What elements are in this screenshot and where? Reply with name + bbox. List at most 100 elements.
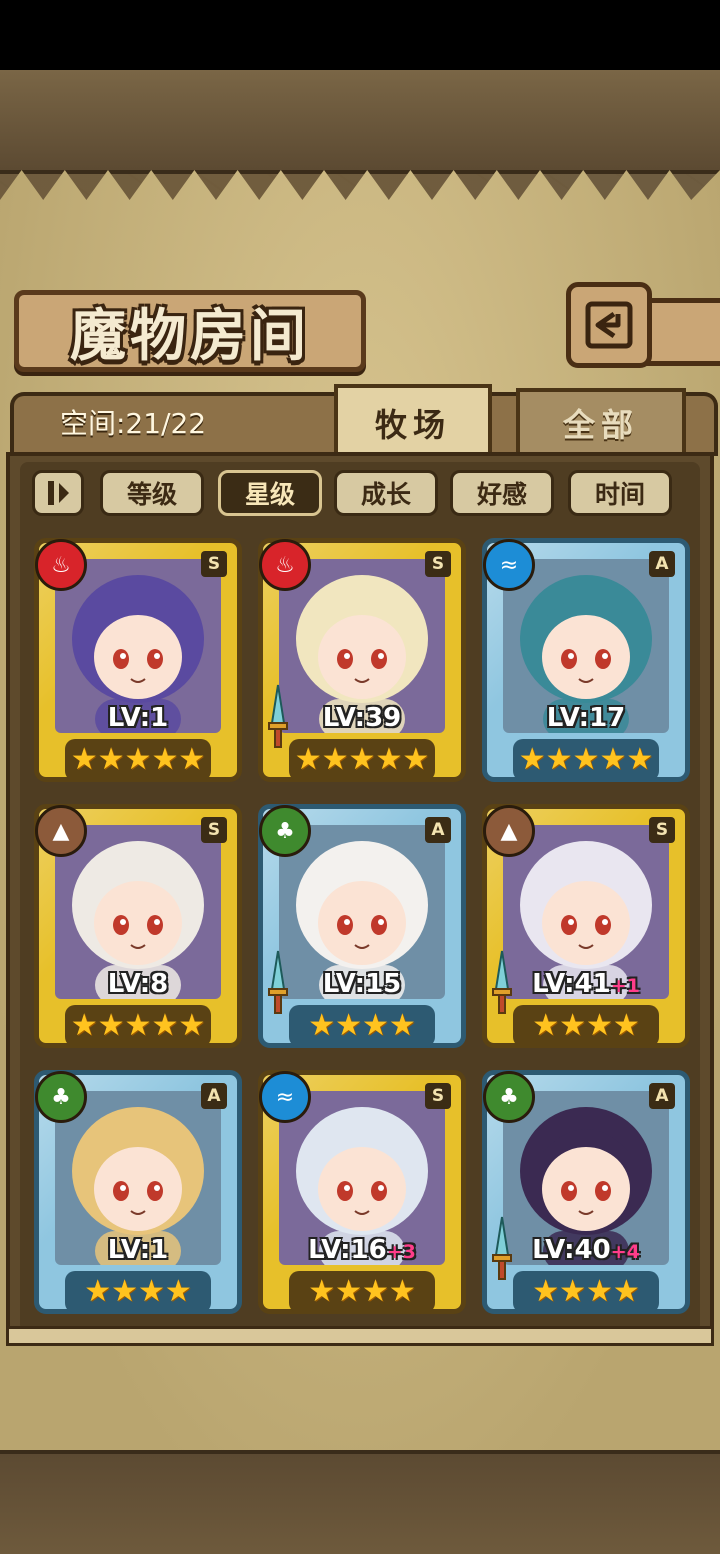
star-rating: ★ ★ ★ ★ ★ [65, 739, 211, 781]
star-icon: ★ [70, 742, 98, 777]
star-icon: ★ [178, 742, 206, 777]
map-top-band [0, 70, 720, 174]
level-bonus: +1 [610, 975, 640, 997]
level-bonus: +3 [386, 1241, 416, 1263]
monster-level: LV:17 [487, 703, 685, 733]
star-icon: ★ [178, 1008, 206, 1043]
star-rating: ★ ★ ★ ★ [289, 1005, 435, 1047]
sort-order-icon [48, 481, 69, 505]
tab-all[interactable]: 全部 [516, 388, 686, 454]
monster-level: LV:1 [39, 703, 237, 733]
star-icon: ★ [388, 1274, 416, 1309]
star-icon: ★ [362, 1274, 389, 1309]
water-element-icon: ≈ [483, 539, 535, 591]
star-rating: ★ ★ ★ ★ ★ [65, 1005, 211, 1047]
sort-order-toggle[interactable] [32, 470, 84, 516]
monster-card[interactable]: ♨ S LV:1 ★ ★ ★ ★ ★ [34, 538, 242, 782]
rank-badge: A [425, 817, 451, 843]
star-icon: ★ [388, 1008, 416, 1043]
monster-card[interactable]: ♣ A LV:1 ★ ★ ★ ★ [34, 1070, 242, 1314]
monster-card[interactable]: ♨ S LV:39 ★ ★ ★ ★ ★ [258, 538, 466, 782]
star-icon: ★ [572, 742, 600, 777]
level-text: LV:8 [107, 969, 169, 999]
star-icon: ★ [348, 742, 376, 777]
star-icon: ★ [124, 742, 152, 777]
monster-card[interactable]: ♣ A LV:15 ★ ★ ★ ★ [258, 804, 466, 1048]
star-icon: ★ [151, 742, 179, 777]
monster-card[interactable]: ♣ A LV:40+4 ★ ★ ★ ★ [482, 1070, 690, 1314]
sort-affection-button[interactable]: 好感 [450, 470, 554, 516]
monster-card[interactable]: ≈ A LV:17 ★ ★ ★ ★ ★ [482, 538, 690, 782]
star-icon: ★ [599, 742, 627, 777]
monster-level: LV:15 [263, 969, 461, 999]
rank-badge: A [201, 1083, 227, 1109]
monster-level: LV:40+4 [487, 1235, 685, 1265]
wood-element-icon: ♣ [35, 1071, 87, 1123]
level-text: LV:15 [322, 969, 402, 999]
star-icon: ★ [559, 1008, 586, 1043]
star-icon: ★ [586, 1274, 613, 1309]
page-title: 魔物房间 [70, 302, 310, 369]
star-icon: ★ [626, 742, 654, 777]
star-icon: ★ [518, 742, 546, 777]
water-element-icon: ≈ [259, 1071, 311, 1123]
rank-badge: S [425, 551, 451, 577]
level-text: LV:1 [107, 1235, 169, 1265]
monster-card[interactable]: ≈ S LV:16+3 ★ ★ ★ ★ [258, 1070, 466, 1314]
title-plate: 魔物房间 [14, 290, 366, 372]
rank-badge: A [649, 551, 675, 577]
star-icon: ★ [532, 1008, 560, 1043]
level-bonus: +4 [610, 1241, 640, 1263]
star-icon: ★ [612, 1008, 640, 1043]
wood-element-icon: ♣ [259, 805, 311, 857]
level-text: LV:17 [546, 703, 626, 733]
sort-time-button[interactable]: 时间 [568, 470, 672, 516]
star-rating: ★ ★ ★ ★ [65, 1271, 211, 1313]
star-icon: ★ [111, 1274, 138, 1309]
star-icon: ★ [97, 1008, 125, 1043]
star-icon: ★ [294, 742, 322, 777]
monster-level: LV:41+1 [487, 969, 685, 999]
earth-element-icon: ▲ [483, 805, 535, 857]
level-text: LV:16 [308, 1235, 387, 1265]
star-icon: ★ [321, 742, 349, 777]
space-counter: 空间:21/22 [60, 407, 207, 440]
star-icon: ★ [335, 1274, 362, 1309]
sort-growth-button[interactable]: 成长 [334, 470, 438, 516]
fire-element-icon: ♨ [259, 539, 311, 591]
back-button-strip [640, 298, 720, 366]
star-icon: ★ [375, 742, 403, 777]
panel-bottom-rail [6, 1326, 714, 1346]
rank-badge: S [201, 817, 227, 843]
level-text: LV:39 [322, 703, 402, 733]
star-icon: ★ [586, 1008, 613, 1043]
star-icon: ★ [362, 1008, 389, 1043]
star-rating: ★ ★ ★ ★ [513, 1005, 659, 1047]
monster-level: LV:39 [263, 703, 461, 733]
star-rating: ★ ★ ★ ★ ★ [513, 739, 659, 781]
star-icon: ★ [308, 1008, 336, 1043]
level-text: LV:41 [532, 969, 611, 999]
monster-card[interactable]: ▲ S LV:8 ★ ★ ★ ★ ★ [34, 804, 242, 1048]
fire-element-icon: ♨ [35, 539, 87, 591]
star-icon: ★ [138, 1274, 165, 1309]
level-text: LV:1 [107, 703, 169, 733]
tab-ranch[interactable]: 牧场 [334, 384, 492, 458]
rank-badge: A [649, 1083, 675, 1109]
star-icon: ★ [612, 1274, 640, 1309]
star-icon: ★ [308, 1274, 336, 1309]
monster-card[interactable]: ▲ S LV:41+1 ★ ★ ★ ★ [482, 804, 690, 1048]
earth-element-icon: ▲ [35, 805, 87, 857]
star-icon: ★ [70, 1008, 98, 1043]
star-icon: ★ [124, 1008, 152, 1043]
sort-level-button[interactable]: 等级 [100, 470, 204, 516]
wood-element-icon: ♣ [483, 1071, 535, 1123]
sort-star-button[interactable]: 星级 [218, 470, 322, 516]
back-button[interactable] [566, 282, 652, 368]
star-icon: ★ [335, 1008, 362, 1043]
monster-level: LV:1 [39, 1235, 237, 1265]
star-icon: ★ [164, 1274, 192, 1309]
star-rating: ★ ★ ★ ★ [513, 1271, 659, 1313]
monster-level: LV:16+3 [263, 1235, 461, 1265]
star-rating: ★ ★ ★ ★ [289, 1271, 435, 1313]
